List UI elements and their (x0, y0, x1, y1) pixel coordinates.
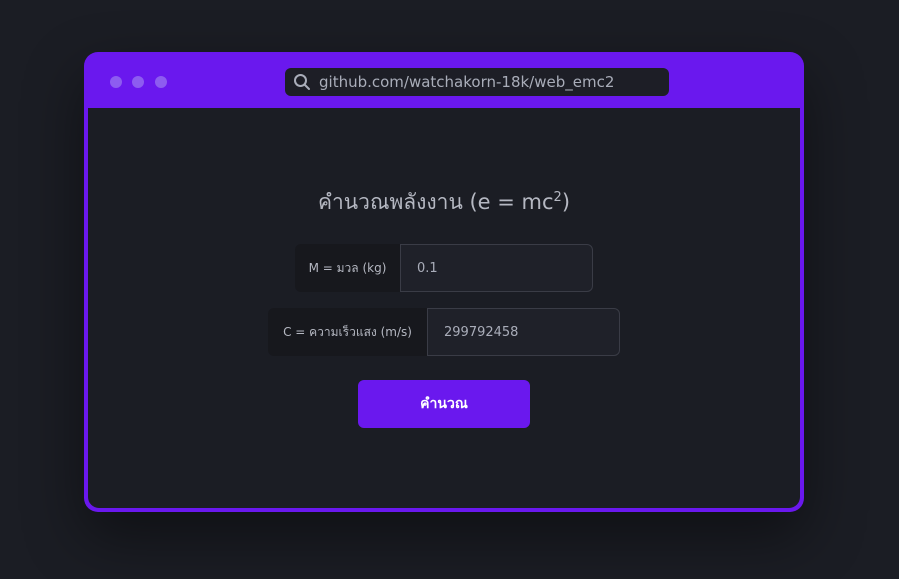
search-icon (293, 73, 311, 91)
address-bar[interactable]: github.com/watchakorn-18k/web_emc2 (285, 68, 669, 96)
window-dot-close[interactable] (110, 76, 122, 88)
page-title: คำนวณพลังงาน (e = mc2) (88, 186, 800, 219)
speed-label: C = ความเร็วแสง (m/s) (268, 308, 427, 356)
browser-titlebar: github.com/watchakorn-18k/web_emc2 (84, 52, 804, 108)
page-content: คำนวณพลังงาน (e = mc2) M = มวล (kg) C = … (88, 108, 800, 508)
url-text[interactable]: github.com/watchakorn-18k/web_emc2 (319, 73, 614, 91)
page-title-text: คำนวณพลังงาน (e = mc (317, 190, 554, 214)
page-title-suffix: ) (561, 190, 571, 214)
calculate-button[interactable]: คำนวณ (358, 380, 530, 428)
browser-window: github.com/watchakorn-18k/web_emc2 คำนวณ… (84, 52, 804, 512)
speed-row: C = ความเร็วแสง (m/s) (268, 308, 620, 356)
window-dot-maximize[interactable] (155, 76, 167, 88)
page-title-superscript: 2 (553, 190, 562, 205)
mass-row: M = มวล (kg) (295, 244, 593, 292)
mass-label: M = มวล (kg) (295, 244, 400, 292)
window-dot-minimize[interactable] (132, 76, 144, 88)
mass-input[interactable] (400, 244, 593, 292)
speed-input[interactable] (427, 308, 620, 356)
